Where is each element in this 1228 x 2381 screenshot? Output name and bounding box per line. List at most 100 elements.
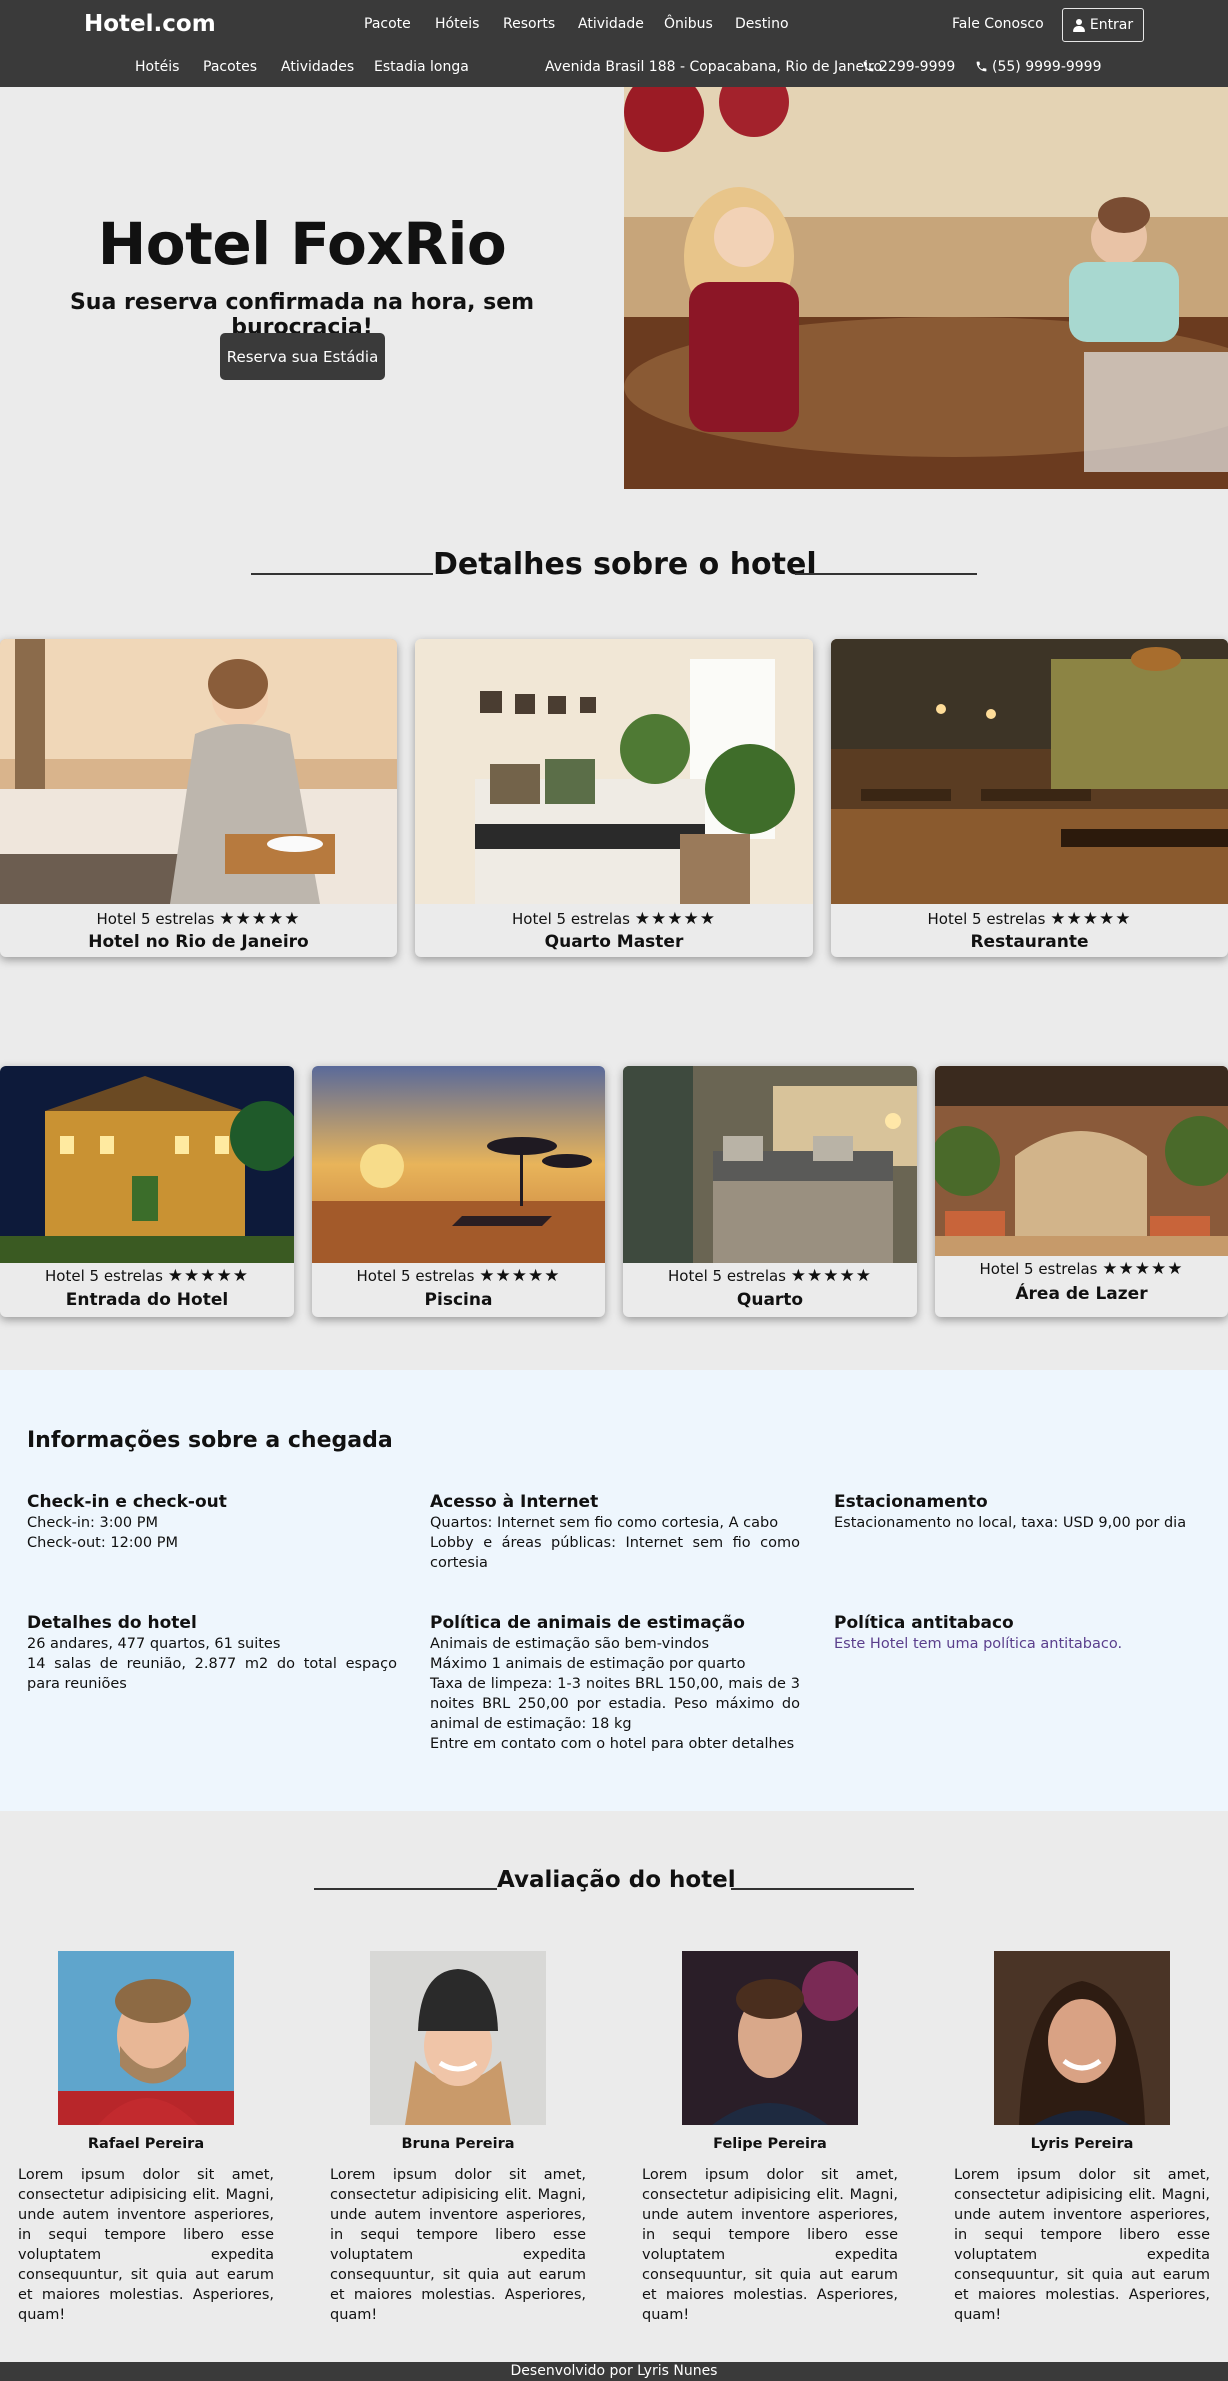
card-area-lazer[interactable]: Hotel 5 estrelas ★★★★★ Área de Lazer [935,1066,1228,1317]
phone-icon [863,61,874,72]
card-title: Hotel no Rio de Janeiro [88,932,309,952]
book-stay-button[interactable]: Reserva sua Estádia [220,333,385,380]
phone-1-number: 2299-9999 [879,59,956,75]
details-title: Detalhes sobre o hotel [433,547,817,582]
info-line: Entre em contato com o hotel para obter … [430,1736,795,1752]
card-title: Piscina [424,1290,493,1310]
nav-resorts[interactable]: Resorts [503,16,555,32]
rating-label: Hotel 5 estrelas [512,910,630,928]
info-heading: Detalhes do hotel [27,1613,197,1633]
rating-label: Hotel 5 estrelas [96,910,215,928]
info-line: Animais de estimação são bem-vindos [430,1636,710,1652]
rating-label: Hotel 5 estrelas [45,1267,163,1285]
title-rule-right [795,573,977,575]
phone-1: 2299-9999 [862,59,955,75]
card-rating: Hotel 5 estrelas ★★★★★ [312,1266,605,1286]
hero-reception-photo [624,87,1228,489]
card-piscina[interactable]: Hotel 5 estrelas ★★★★★ Piscina [312,1066,605,1317]
reviewer-name: Bruna Pereira [401,2136,515,2152]
subnav-atividades[interactable]: Atividades [281,59,354,75]
info-hotel-details: Detalhes do hotel 26 andares, 477 quarto… [27,1613,397,1694]
card-rating: Hotel 5 estrelas ★★★★★ [623,1266,917,1286]
login-label: Entrar [1089,17,1134,33]
review-text: Lorem ipsum dolor sit amet, consectetur … [330,2167,586,2323]
user-icon [1072,18,1085,32]
five-star-icon: ★★★★★ [790,1266,872,1286]
info-line: 14 salas de reunião, 2.877 m2 do total e… [27,1656,397,1692]
reviewer-name: Felipe Pereira [713,2136,827,2152]
reviewer-name: Rafael Pereira [87,2136,205,2152]
info-heading: Acesso à Internet [430,1492,599,1512]
nav-pacote[interactable]: Pacote [364,16,411,32]
card-photo [312,1066,605,1263]
card-rating: Hotel 5 estrelas ★★★★★ [831,909,1228,929]
phone-2: (55) 9999-9999 [975,59,1102,75]
five-star-icon: ★★★★★ [1102,1259,1184,1279]
card-title: Entrada do Hotel [65,1290,229,1310]
card-quarto[interactable]: Hotel 5 estrelas ★★★★★ Quarto [623,1066,917,1317]
top-navbar: Hotel.com Pacote Hóteis Resorts Atividad… [0,0,1228,87]
info-line: Lobby e áreas públicas: Internet sem fio… [430,1535,800,1571]
card-rating: Hotel 5 estrelas ★★★★★ [415,909,813,929]
info-line: Máximo 1 animais de estimação por quarto [430,1656,746,1672]
card-photo [0,1066,294,1263]
info-heading: Política de animais de estimação [430,1613,745,1633]
info-line: Quartos: Internet sem fio como cortesia,… [430,1515,779,1531]
nav-destino[interactable]: Destino [735,16,789,32]
info-heading: Política antitabaco [834,1613,1014,1633]
info-checkin: Check-in e check-out Check-in: 3:00 PM C… [27,1492,397,1553]
five-star-icon: ★★★★★ [634,909,716,929]
card-rating: Hotel 5 estrelas ★★★★★ [0,909,397,929]
card-photo [831,639,1228,904]
reviewer-photo [58,1951,234,2125]
info-parking: Estacionamento Estacionamento no local, … [834,1492,1204,1533]
card-title: Área de Lazer [1015,1284,1148,1304]
info-line: Check-in: 3:00 PM [27,1515,158,1531]
info-line: Taxa de limpeza: 1-3 noites BRL 150,00, … [430,1676,800,1732]
title-rule-right [731,1888,914,1890]
subnav-hoteis[interactable]: Hotéis [135,59,179,75]
reviews-title: Avaliação do hotel [497,1867,736,1893]
hero-title: Hotel FoxRio [97,210,507,278]
contact-link[interactable]: Fale Conosco [952,16,1044,32]
nav-onibus[interactable]: Ônibus [664,16,713,32]
card-photo [935,1066,1228,1256]
phone-icon [976,61,987,72]
card-title: Restaurante [970,932,1089,952]
review-text: Lorem ipsum dolor sit amet, consectetur … [18,2167,274,2323]
card-entrada-hotel[interactable]: Hotel 5 estrelas ★★★★★ Entrada do Hotel [0,1066,294,1317]
card-restaurante[interactable]: Hotel 5 estrelas ★★★★★ Restaurante [831,639,1228,957]
address-text: Avenida Brasil 188 - Copacabana, Rio de … [545,59,883,75]
arrival-title: Informações sobre a chegada [27,1428,393,1453]
rating-label: Hotel 5 estrelas [668,1267,786,1285]
arrival-info-section: Informações sobre a chegada Check-in e c… [0,1370,1228,1811]
card-rating: Hotel 5 estrelas ★★★★★ [0,1266,294,1286]
info-heading: Check-in e check-out [27,1492,227,1512]
card-quarto-master[interactable]: Hotel 5 estrelas ★★★★★ Quarto Master [415,639,813,957]
review-text: Lorem ipsum dolor sit amet, consectetur … [642,2167,898,2323]
five-star-icon: ★★★★★ [1050,909,1132,929]
smoking-policy-link[interactable]: Este Hotel tem uma política antitabaco. [834,1634,1204,1654]
subnav-estadia-longa[interactable]: Estadia longa [374,59,469,75]
review-text: Lorem ipsum dolor sit amet, consectetur … [954,2167,1210,2323]
reviewer-photo [994,1951,1170,2125]
reviewer-name: Lyris Pereira [1030,2136,1134,2152]
info-smoking: Política antitabaco Este Hotel tem uma p… [834,1613,1204,1654]
nav-atividade[interactable]: Atividade [578,16,644,32]
info-line: Estacionamento no local, taxa: USD 9,00 … [834,1515,1187,1531]
card-hotel-rio[interactable]: Hotel 5 estrelas ★★★★★ Hotel no Rio de J… [0,639,397,957]
site-logo[interactable]: Hotel.com [84,11,216,37]
card-title: Quarto Master [544,932,684,952]
footer: Desenvolvido por Lyris Nunes [0,2362,1228,2381]
info-line: Check-out: 12:00 PM [27,1535,178,1551]
rating-label: Hotel 5 estrelas [927,910,1046,928]
subnav-pacotes[interactable]: Pacotes [203,59,257,75]
title-rule-left [251,573,433,575]
card-title: Quarto [736,1290,804,1310]
reviewer-photo [682,1951,858,2125]
info-heading: Estacionamento [834,1492,988,1512]
info-internet: Acesso à Internet Quartos: Internet sem … [430,1492,800,1573]
nav-hoteis[interactable]: Hóteis [435,16,479,32]
card-photo [623,1066,917,1263]
login-button[interactable]: Entrar [1062,8,1144,42]
